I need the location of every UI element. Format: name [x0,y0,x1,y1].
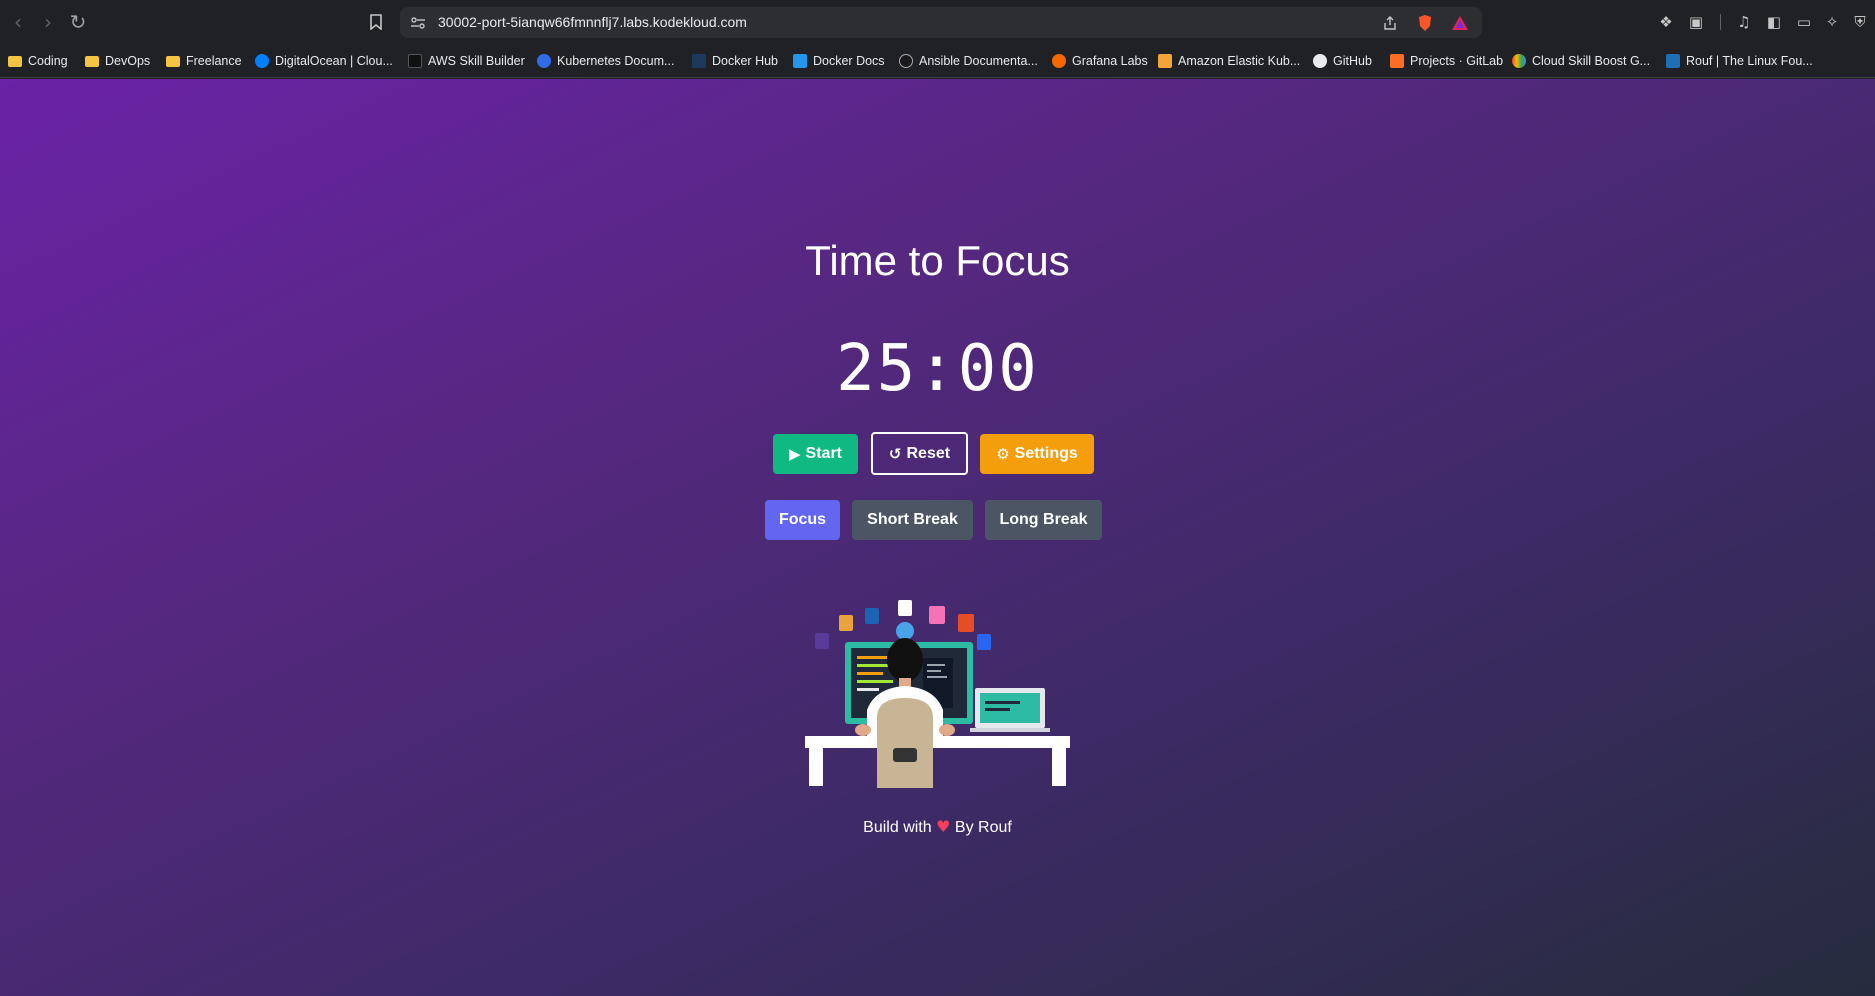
bookmark-label: DevOps [105,54,151,68]
bookmark-label: Projects · GitLab [1410,54,1504,68]
page-title: Time to Focus [805,237,1070,284]
bookmark-aws-skill-builder[interactable]: AWS Skill Builder [408,50,525,72]
bookmark-folder-freelance[interactable]: Freelance [166,50,242,72]
reload-icon[interactable]: ↻ [65,9,91,35]
bookmark-label: Freelance [186,54,242,68]
bookmark-kubernetes[interactable]: Kubernetes Docum... [537,50,674,72]
bookmark-label: Ansible Documenta... [919,54,1038,68]
bookmark-label: DigitalOcean | Clou... [275,54,393,68]
reset-button[interactable]: ↺ Reset [871,432,968,475]
start-button-label: Start [805,445,842,462]
media-icon[interactable]: ♫ [1733,11,1755,33]
grafana-icon [1052,54,1066,68]
settings-button-label: Settings [1014,445,1078,462]
digitalocean-icon [255,54,269,68]
footer-credit: Build with ♥ By Rouf [0,817,1875,837]
mode-focus-button[interactable]: Focus [765,500,840,540]
sidebar-icon[interactable]: ◧ [1763,11,1785,33]
play-icon: ▶ [789,445,801,463]
mode-long-break-button[interactable]: Long Break [985,500,1102,540]
url-text[interactable]: 30002-port-5ianqw66fmnnflj7.labs.kodeklo… [438,14,747,30]
forward-icon[interactable]: › [35,9,61,35]
developer-illustration [805,598,1070,788]
github-icon [1313,54,1327,68]
bookmark-label: Docker Docs [813,54,885,68]
extensions-icon[interactable]: ❖ [1655,11,1677,33]
ansible-icon [899,54,913,68]
mode-short-break-button[interactable]: Short Break [852,500,973,540]
browser-toolbar: ‹ › ↻ 30002-port-5ianqw66fmnnflj7.labs.k… [0,0,1875,44]
aws-icon [408,54,422,68]
reset-button-label: Reset [906,444,951,462]
reset-icon: ↺ [888,444,902,463]
docker-icon [793,54,807,68]
gear-icon: ⚙ [996,445,1010,463]
footer-prefix: Build with [863,819,932,836]
settings-button[interactable]: ⚙ Settings [980,434,1094,474]
gitlab-icon [1390,54,1404,68]
heart-icon: ♥ [936,817,951,836]
bookmark-label: Grafana Labs [1072,54,1148,68]
bookmark-amazon-eks[interactable]: Amazon Elastic Kub... [1158,50,1300,72]
bookmark-docker-docs[interactable]: Docker Docs [793,50,885,72]
bookmark-github[interactable]: GitHub [1313,50,1372,72]
bookmark-label: GitHub [1333,54,1372,68]
address-bar[interactable]: 30002-port-5ianqw66fmnnflj7.labs.kodeklo… [400,7,1482,38]
vpn-icon[interactable]: ⛨ [1849,11,1871,33]
brave-rewards-icon[interactable] [1450,13,1470,33]
wallet-icon[interactable]: ▭ [1793,11,1815,33]
folder-icon [85,55,99,67]
bookmark-cloud-skill-boost[interactable]: Cloud Skill Boost G... [1512,50,1650,72]
bookmark-grafana[interactable]: Grafana Labs [1052,50,1148,72]
back-icon[interactable]: ‹ [5,9,31,35]
bookmark-label: Rouf | The Linux Fou... [1686,54,1813,68]
bookmark-docker-hub[interactable]: Docker Hub [692,50,778,72]
bookmark-label: Cloud Skill Boost G... [1532,54,1651,68]
folder-icon [8,55,22,67]
brave-shields-icon[interactable] [1415,13,1435,33]
bookmark-label: Amazon Elastic Kub... [1178,54,1301,68]
bookmark-digitalocean[interactable]: DigitalOcean | Clou... [255,50,393,72]
bookmark-label: AWS Skill Builder [428,54,525,68]
docker-icon [692,54,706,68]
screenshot-icon[interactable]: ▣ [1685,11,1707,33]
bookmarks-bar: Coding DevOps Freelance DigitalOcean | C… [0,44,1875,78]
google-cloud-icon [1512,54,1526,68]
start-button[interactable]: ▶ Start [773,434,858,474]
bookmark-folder-devops[interactable]: DevOps [85,50,150,72]
share-icon[interactable] [1380,13,1400,33]
footer-suffix: By Rouf [954,819,1012,836]
bookmark-label: Kubernetes Docum... [557,54,675,68]
bookmark-ansible[interactable]: Ansible Documenta... [899,50,1038,72]
bookmark-linux-foundation[interactable]: Rouf | The Linux Fou... [1666,50,1813,72]
aws-eks-icon [1158,54,1172,68]
bookmark-folder-coding[interactable]: Coding [8,50,68,72]
leo-ai-icon[interactable]: ✧ [1821,11,1843,33]
toolbar-divider [1720,14,1721,30]
bookmark-label: Docker Hub [712,54,778,68]
bookmark-icon[interactable] [364,10,388,34]
pomodoro-page: Time to Focus 25:00 ▶ Start ↺ Reset ⚙ Se… [0,79,1875,996]
linux-foundation-icon [1666,54,1680,68]
bookmark-label: Coding [28,54,68,68]
kubernetes-icon [537,54,551,68]
folder-icon [166,55,180,67]
bookmark-gitlab[interactable]: Projects · GitLab [1390,50,1503,72]
site-info-icon[interactable] [408,13,428,33]
timer-display: 25:00 [836,332,1039,406]
